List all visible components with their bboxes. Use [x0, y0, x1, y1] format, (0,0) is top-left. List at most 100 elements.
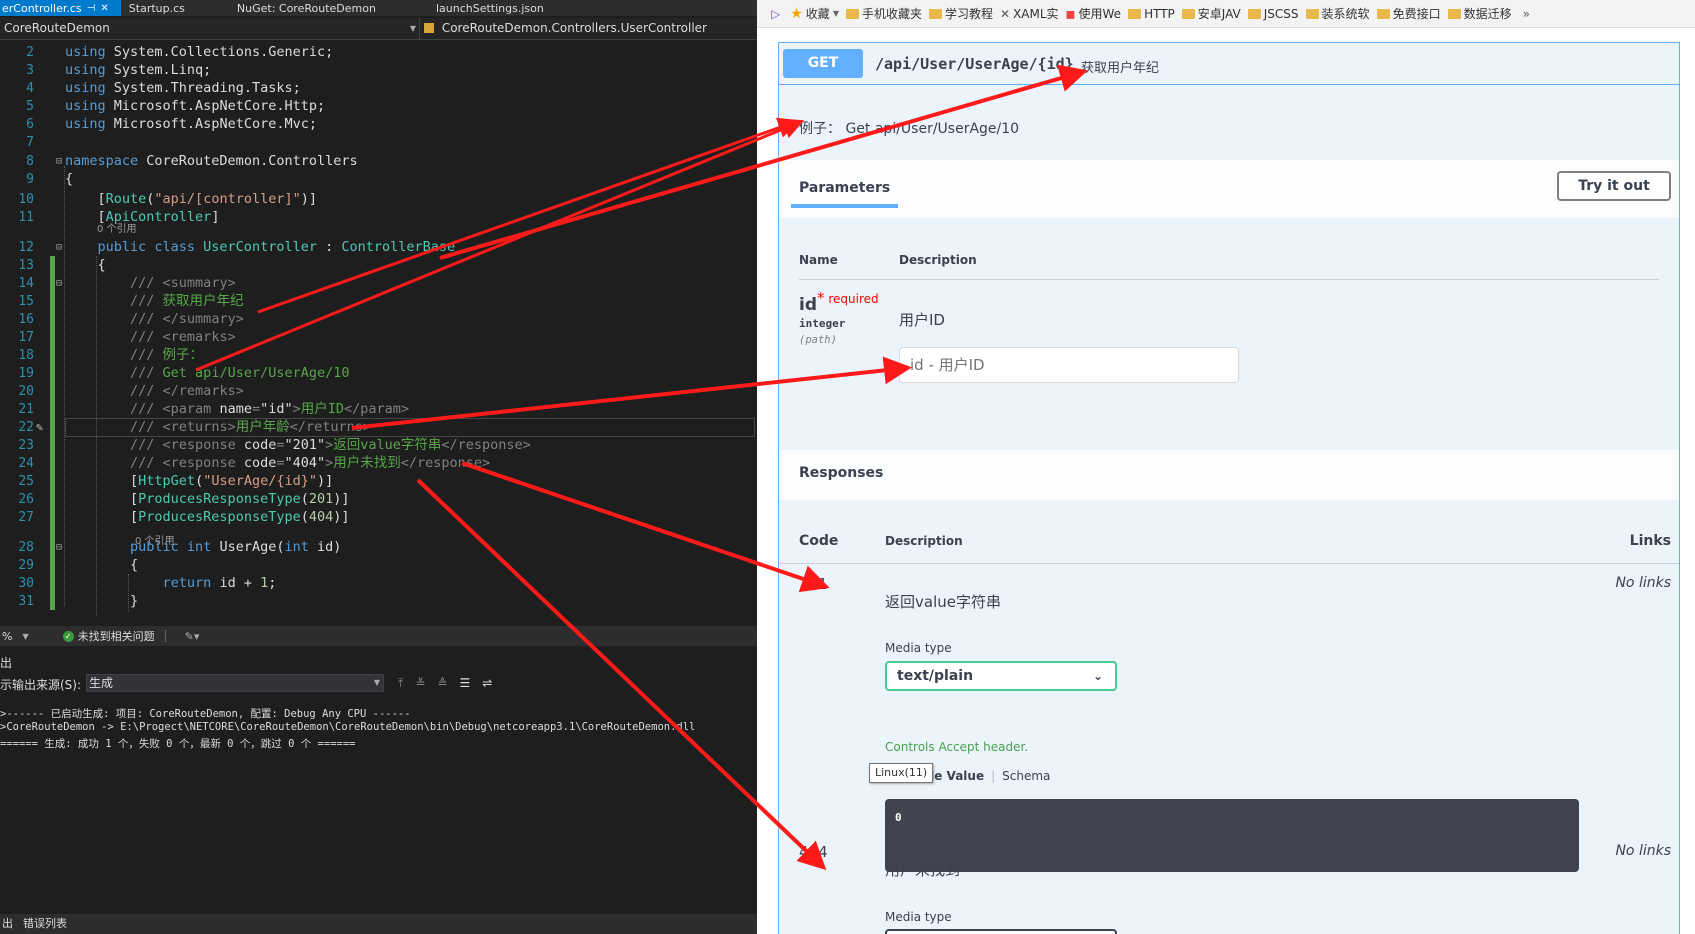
bookmark-folder[interactable]: 安卓JAV [1181, 5, 1248, 22]
code-line[interactable]: 24 /// <response code="404">用户未找到</respo… [0, 454, 757, 473]
operation-summary[interactable]: GET /api/User/UserAge/{id} 获取用户年纪 [779, 43, 1679, 85]
bookmark-favorites[interactable]: ★ 收藏 ▼ [790, 5, 846, 22]
param-name: id [799, 295, 817, 315]
tab-error-list[interactable]: 错误列表 [21, 914, 75, 934]
code-line[interactable]: 2 using System.Collections.Generic; [0, 43, 757, 62]
sidebar-toggle-icon[interactable]: ▷ [757, 7, 790, 21]
try-it-out-button[interactable]: Try it out [1557, 171, 1671, 201]
code-line[interactable]: 20 /// </remarks> [0, 382, 757, 401]
issues-status[interactable]: 未找到相关问题 [78, 628, 155, 644]
code-line[interactable]: 21 /// <param name="id">用户ID</param> [0, 400, 757, 419]
code-line[interactable]: 22 /// <returns>用户年龄</returns> [0, 418, 757, 437]
scope-dropdown[interactable]: CoreRouteDemon.Controllers.UserControlle… [420, 18, 757, 39]
line-number: 6 [26, 117, 34, 132]
go-next-icon[interactable]: ≙ [437, 676, 447, 691]
code-text: using Microsoft.AspNetCore.Http; [65, 98, 326, 114]
fold-toggle-icon[interactable]: ⊟ [56, 538, 62, 557]
clear-all-icon[interactable]: ☰ [459, 676, 470, 691]
line-number: 17 [18, 330, 34, 345]
line-number: 30 [18, 576, 34, 591]
bookmark-folder[interactable]: 免费接口 [1376, 5, 1448, 22]
tab-startup[interactable]: Startup.cs [121, 0, 197, 16]
output-source-dropdown[interactable]: 生成 ▼ [86, 674, 384, 692]
zoom-level[interactable]: % [2, 630, 12, 643]
reference-count-codelens[interactable]: 0 个引用 [135, 535, 175, 548]
bookmarks-bar: ▷ ★ 收藏 ▼ 手机收藏夹 学习教程 ✕ XAML实 ◼ 使用We HTTP 安卓JA… [757, 0, 1695, 28]
media-type-select[interactable]: text/plain ⌄ [885, 661, 1117, 691]
output-source-label: 示输出来源(S): [0, 677, 82, 692]
project-dropdown[interactable]: CoreRouteDemon ▼ [0, 18, 420, 39]
tab-schema[interactable]: Schema [1002, 769, 1050, 783]
code-line[interactable]: 29 { [0, 556, 757, 575]
code-line[interactable]: 27 [ProducesResponseType(404)] [0, 508, 757, 527]
media-type-select[interactable] [885, 929, 1117, 934]
code-line[interactable]: 3 using System.Linq; [0, 61, 757, 80]
code-line[interactable]: 5 using Microsoft.AspNetCore.Http; [0, 97, 757, 116]
code-line[interactable]: 15 /// 获取用户年纪 [0, 292, 757, 311]
go-prev-icon[interactable]: ≚ [415, 676, 425, 691]
reference-count-codelens[interactable]: 0 个引用 [97, 223, 137, 236]
word-wrap-icon[interactable]: ⇌ [482, 676, 492, 691]
check-circle-icon: ✓ [62, 630, 74, 642]
line-number: 23 [18, 438, 34, 453]
fold-toggle-icon[interactable]: ⊟ [56, 238, 62, 257]
code-editor[interactable]: 2 using System.Collections.Generic; 3 using… [0, 40, 757, 626]
more-bookmarks-icon[interactable]: » [1519, 7, 1530, 21]
code-line[interactable]: 17 /// <remarks> [0, 328, 757, 347]
chevron-down-icon[interactable]: ▼ [22, 632, 28, 641]
bookmark-folder[interactable]: 学习教程 [928, 5, 1000, 22]
code-line[interactable]: 19 /// Get api/User/UserAge/10 [0, 364, 757, 383]
brush-icon[interactable]: ✎▾ [185, 630, 200, 643]
code-text: } [65, 593, 139, 609]
code-line[interactable]: 4 using System.Threading.Tasks; [0, 79, 757, 98]
code-line[interactable]: 23 /// <response code="201">返回value字符串</… [0, 436, 757, 455]
code-line[interactable]: 28 ⊟ public int UserAge(int id) [0, 538, 757, 557]
code-line[interactable]: 13 { [0, 256, 757, 275]
bookmark-folder[interactable]: 数据迁移 [1447, 5, 1519, 22]
fold-toggle-icon[interactable]: ⊟ [56, 274, 62, 293]
tab-parameters[interactable]: Parameters [791, 180, 899, 208]
chevron-down-icon: ▼ [373, 678, 380, 687]
close-icon[interactable]: ✕ [100, 1, 108, 16]
tab-label: launchSettings.json [435, 1, 544, 15]
http-method-badge: GET [783, 49, 863, 78]
response-code: 404 [799, 843, 828, 861]
code-text: public int UserAge(int id) [65, 539, 342, 555]
id-input[interactable] [899, 347, 1239, 383]
code-line[interactable]: 9{ [0, 170, 757, 189]
bookmark-link[interactable]: ✕ XAML实 [1000, 5, 1066, 22]
code-line[interactable]: 7 [0, 133, 757, 152]
folder-icon [1181, 8, 1195, 19]
code-text: { [65, 171, 74, 187]
bookmark-folder[interactable]: HTTP [1128, 7, 1182, 21]
find-message-icon[interactable]: ⤒ [398, 676, 403, 691]
code-text: [ApiController] [65, 209, 220, 225]
bookmark-link[interactable]: ◼ 使用We [1066, 5, 1129, 22]
code-line[interactable]: 18 /// 例子： [0, 346, 757, 365]
code-line[interactable]: 10 [Route("api/[controller]")] [0, 190, 757, 209]
code-line[interactable]: 8 ⊟ namespace CoreRouteDemon.Controllers [0, 152, 757, 171]
code-line[interactable]: 12 ⊟ public class UserController : Contro… [0, 238, 757, 257]
quick-action-pencil-icon[interactable]: ✎ [36, 418, 43, 437]
line-number: 7 [26, 135, 34, 150]
code-line[interactable]: 31 } [0, 592, 757, 611]
code-line[interactable]: 30 return id + 1; [0, 574, 757, 593]
tab-usercontroller[interactable]: erController.cs ⊣ ✕ [0, 0, 121, 16]
column-description: Description [899, 253, 977, 267]
code-text: /// </remarks> [65, 383, 244, 399]
tab-launchsettings[interactable]: launchSettings.json [388, 0, 556, 16]
code-line[interactable]: 25 [HttpGet("UserAge/{id}")] [0, 472, 757, 491]
response-links: No links [1615, 575, 1671, 591]
tab-nuget[interactable]: NuGet: CoreRouteDemon [197, 0, 388, 16]
code-line[interactable]: 26 [ProducesResponseType(201)] [0, 490, 757, 509]
code-line[interactable]: 14 ⊟ /// <summary> [0, 274, 757, 293]
fold-toggle-icon[interactable]: ⊟ [56, 152, 62, 171]
bookmark-folder[interactable]: JSCSS [1247, 7, 1306, 21]
code-text: /// <response code="404">用户未找到</response… [65, 455, 491, 471]
bookmark-folder[interactable]: 装系统软 [1305, 5, 1377, 22]
pin-icon[interactable]: ⊣ [87, 1, 96, 16]
code-line[interactable]: 6 using Microsoft.AspNetCore.Mvc; [0, 115, 757, 134]
tab-output[interactable]: 出 [0, 914, 21, 934]
code-line[interactable]: 16 /// </summary> [0, 310, 757, 329]
bookmark-folder[interactable]: 手机收藏夹 [845, 5, 929, 22]
